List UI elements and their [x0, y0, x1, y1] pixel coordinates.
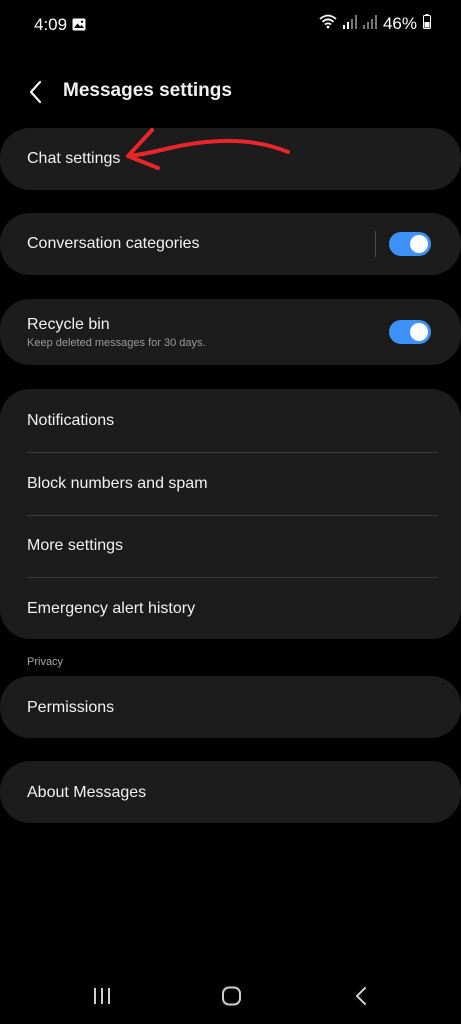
notifications-label: Notifications	[27, 412, 115, 429]
conversation-categories-card[interactable]: Conversation categories	[0, 213, 461, 275]
home-icon[interactable]	[221, 986, 243, 1011]
privacy-section-label: Privacy	[27, 656, 64, 668]
toggle-knob	[410, 323, 428, 341]
more-settings-row[interactable]: More settings	[0, 515, 461, 577]
toggle-knob	[410, 235, 428, 253]
permissions-card[interactable]: Permissions	[0, 676, 461, 738]
about-messages-label: About Messages	[27, 784, 147, 801]
back-button[interactable]	[22, 78, 50, 106]
page-title: Messages settings	[63, 80, 232, 101]
gallery-icon	[72, 18, 86, 36]
permissions-label: Permissions	[27, 699, 115, 716]
signal-icon	[342, 14, 357, 34]
block-numbers-row[interactable]: Block numbers and spam	[0, 452, 461, 515]
wifi-icon	[319, 14, 337, 34]
recycle-bin-card[interactable]: Recycle bin Keep deleted messages for 30…	[0, 299, 461, 365]
annotation-arrow	[126, 128, 290, 170]
battery-percent: 46%	[382, 14, 417, 33]
signal-icon	[362, 14, 377, 34]
status-icons: 46%	[319, 14, 431, 34]
app-header: Messages settings	[0, 70, 461, 114]
back-icon[interactable]	[354, 987, 370, 1010]
conversation-categories-label: Conversation categories	[27, 235, 200, 252]
emergency-alert-row[interactable]: Emergency alert history	[0, 577, 461, 639]
about-messages-card[interactable]: About Messages	[0, 761, 461, 823]
battery-icon	[423, 14, 431, 34]
recycle-bin-subtitle: Keep deleted messages for 30 days.	[27, 337, 206, 349]
chat-settings-label: Chat settings	[27, 150, 121, 167]
chevron-left-icon	[29, 80, 42, 104]
block-numbers-label: Block numbers and spam	[27, 475, 208, 492]
notifications-row[interactable]: Notifications	[0, 389, 461, 452]
emergency-alert-label: Emergency alert history	[27, 600, 196, 617]
settings-group-card: Notifications Block numbers and spam Mor…	[0, 389, 461, 639]
status-bar: 4:09 46%	[0, 0, 461, 52]
toggle-separator	[375, 231, 376, 257]
more-settings-label: More settings	[27, 537, 124, 554]
navigation-bar	[0, 970, 461, 1024]
recent-apps-icon[interactable]	[92, 987, 112, 1010]
conversation-categories-toggle[interactable]	[389, 232, 431, 256]
status-time: 4:09	[34, 15, 68, 34]
recycle-bin-toggle[interactable]	[389, 320, 431, 344]
recycle-bin-label: Recycle bin	[27, 316, 110, 333]
